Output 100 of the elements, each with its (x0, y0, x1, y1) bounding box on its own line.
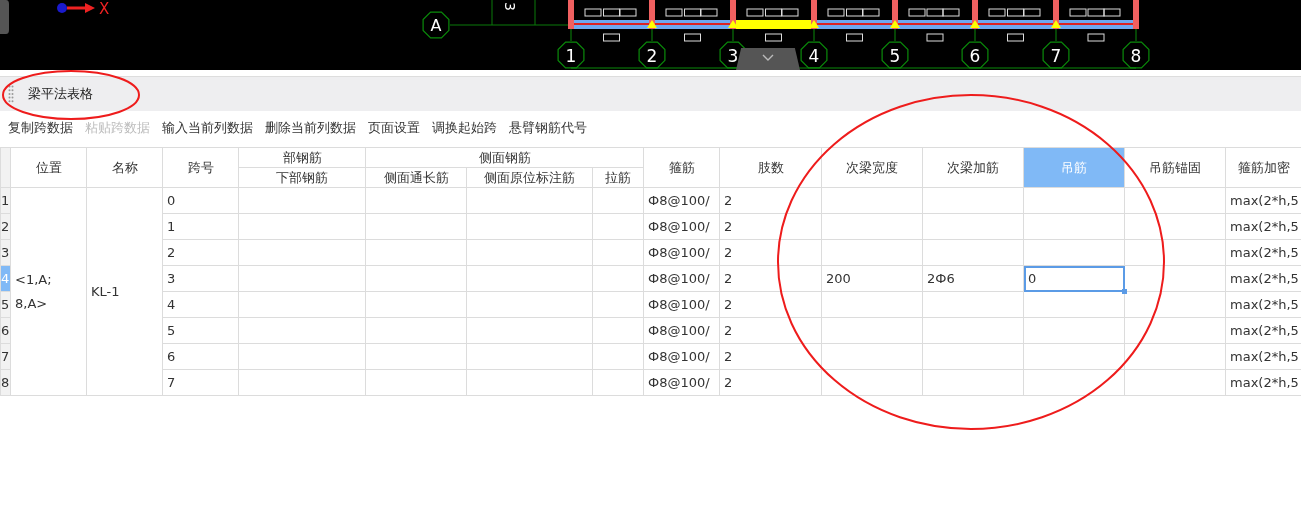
table-cell[interactable]: 0 (1023, 265, 1125, 292)
table-cell[interactable]: Ф8@100/ (643, 239, 720, 266)
table-cell[interactable] (1124, 343, 1226, 370)
table-cell[interactable] (821, 317, 923, 344)
table-cell[interactable] (821, 369, 923, 396)
table-cell[interactable]: 4 (162, 291, 239, 318)
table-cell[interactable] (365, 369, 467, 396)
table-cell[interactable] (1023, 317, 1125, 344)
table-cell[interactable] (365, 317, 467, 344)
table-cell[interactable]: 2 (719, 213, 822, 240)
table-cell[interactable]: Ф8@100/ (643, 317, 720, 344)
column-header[interactable]: 箍筋加密 (1225, 147, 1301, 188)
table-cell[interactable]: 2 (719, 343, 822, 370)
table-cell[interactable] (238, 343, 366, 370)
table-cell[interactable] (821, 187, 923, 214)
table-cell[interactable]: 2 (719, 187, 822, 214)
table-cell[interactable] (238, 239, 366, 266)
table-cell[interactable]: Ф8@100/ (643, 343, 720, 370)
table-cell[interactable] (1124, 369, 1226, 396)
toolbar-button[interactable]: 删除当前列数据 (259, 117, 362, 139)
drag-handle-icon[interactable] (8, 85, 14, 103)
table-cell[interactable] (922, 317, 1024, 344)
toolbar-button[interactable]: 调换起始跨 (426, 117, 503, 139)
fill-handle-icon[interactable] (1122, 289, 1127, 294)
column-header[interactable]: 次梁加筋 (922, 147, 1024, 188)
table-cell[interactable] (365, 265, 467, 292)
table-cell[interactable] (592, 213, 644, 240)
table-cell[interactable]: 2 (719, 265, 822, 292)
table-cell[interactable] (238, 317, 366, 344)
table-cell[interactable] (365, 239, 467, 266)
table-cell[interactable]: Ф8@100/ (643, 187, 720, 214)
table-cell[interactable] (466, 213, 593, 240)
side-tab-icon[interactable] (0, 0, 9, 34)
table-cell[interactable]: 2 (719, 369, 822, 396)
column-header[interactable]: 跨号 (162, 147, 239, 188)
column-header[interactable]: 位置 (10, 147, 87, 188)
table-cell[interactable] (1124, 291, 1226, 318)
toolbar-button[interactable]: 输入当前列数据 (156, 117, 259, 139)
toolbar-button[interactable]: 悬臂钢筋代号 (503, 117, 593, 139)
table-cell[interactable] (922, 213, 1024, 240)
row-number[interactable]: 5 (0, 291, 11, 318)
table-cell[interactable] (1023, 369, 1125, 396)
table-cell[interactable] (238, 369, 366, 396)
table-cell[interactable] (922, 291, 1024, 318)
table-cell[interactable] (238, 265, 366, 292)
column-header[interactable]: 肢数 (719, 147, 822, 188)
table-cell[interactable] (365, 343, 467, 370)
table-cell[interactable] (1023, 291, 1125, 318)
row-number[interactable]: 2 (0, 213, 11, 240)
column-header[interactable]: 次梁宽度 (821, 147, 923, 188)
table-cell[interactable] (466, 369, 593, 396)
row-number[interactable]: 8 (0, 369, 11, 396)
table-cell[interactable]: Ф8@100/ (643, 213, 720, 240)
table-cell[interactable] (466, 343, 593, 370)
collapse-handle[interactable] (736, 48, 800, 70)
table-cell[interactable]: Ф8@100/ (643, 369, 720, 396)
column-header[interactable]: 吊筋锚固 (1124, 147, 1226, 188)
table-cell[interactable]: 2 (719, 239, 822, 266)
table-cell[interactable] (922, 239, 1024, 266)
table-cell[interactable]: 200 (821, 265, 923, 292)
table-cell[interactable]: 1 (162, 213, 239, 240)
table-cell[interactable] (592, 343, 644, 370)
table-cell[interactable] (1023, 239, 1125, 266)
table-cell[interactable] (238, 213, 366, 240)
table-cell[interactable] (1023, 343, 1125, 370)
table-cell[interactable]: 7 (162, 369, 239, 396)
table-cell[interactable] (1023, 187, 1125, 214)
table-cell[interactable] (466, 265, 593, 292)
table-cell[interactable] (922, 369, 1024, 396)
row-number[interactable]: 6 (0, 317, 11, 344)
row-number[interactable]: 3 (0, 239, 11, 266)
table-cell[interactable]: 2 (719, 291, 822, 318)
table-cell[interactable] (592, 239, 644, 266)
table-cell[interactable] (821, 239, 923, 266)
table-cell[interactable] (1023, 213, 1125, 240)
table-cell[interactable] (365, 291, 467, 318)
table-cell[interactable]: 2 (719, 317, 822, 344)
table-cell[interactable] (1124, 187, 1226, 214)
table-cell[interactable]: 0 (162, 187, 239, 214)
table-cell[interactable] (365, 187, 467, 214)
table-cell[interactable] (592, 265, 644, 292)
table-cell[interactable]: 2 (162, 239, 239, 266)
table-cell[interactable] (238, 187, 366, 214)
table-cell[interactable] (592, 369, 644, 396)
table-cell[interactable]: 5 (162, 317, 239, 344)
table-cell[interactable] (1124, 317, 1226, 344)
table-cell[interactable] (1124, 265, 1226, 292)
row-number[interactable]: 1 (0, 187, 11, 214)
toolbar-button[interactable]: 页面设置 (362, 117, 426, 139)
table-cell[interactable] (466, 317, 593, 344)
table-cell[interactable] (592, 317, 644, 344)
table-cell[interactable] (922, 343, 1024, 370)
table-cell[interactable] (922, 187, 1024, 214)
table-cell[interactable]: 3 (162, 265, 239, 292)
row-number[interactable]: 7 (0, 343, 11, 370)
column-header[interactable]: 名称 (86, 147, 163, 188)
table-cell[interactable] (592, 187, 644, 214)
table-cell[interactable] (1124, 239, 1226, 266)
table-cell[interactable] (821, 291, 923, 318)
table-cell[interactable]: 2Ф6 (922, 265, 1024, 292)
